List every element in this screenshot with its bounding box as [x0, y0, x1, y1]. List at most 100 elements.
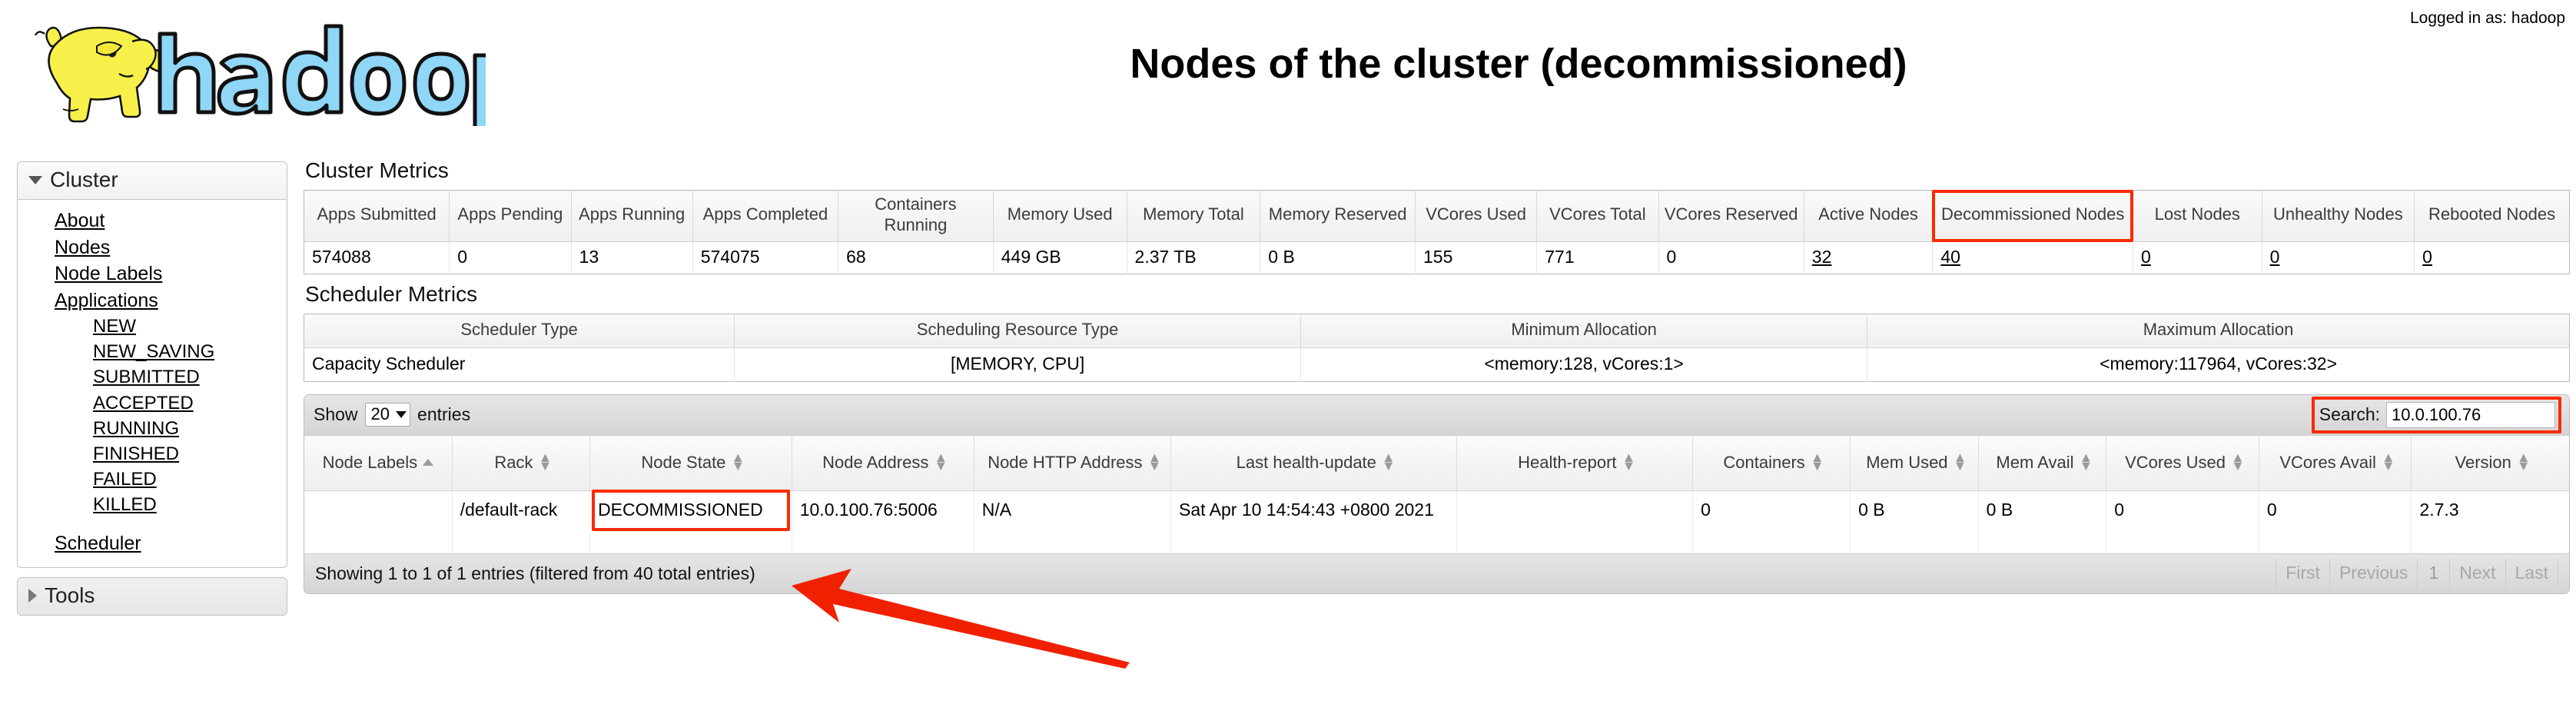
pagination-next[interactable]: Next [2450, 559, 2506, 589]
th-vcores-avail[interactable]: VCores Avail ▲ ▼ [2259, 434, 2412, 491]
page-length-value: 20 [370, 404, 390, 424]
th-last-health-update-label: Last health-update [1236, 452, 1376, 472]
sort-both-icon: ▲ ▼ [538, 449, 553, 474]
th-rack[interactable]: Rack ▲ ▼ [452, 434, 591, 491]
nodes-table: Node Labels Rack ▲ ▼ Node State ▲ ▼ Node Add… [304, 434, 2569, 554]
sidebar-item-applications[interactable]: Applications [18, 287, 287, 314]
col-apps-completed: Apps Completed [692, 190, 839, 242]
nav-header-cluster[interactable]: Cluster [18, 162, 287, 200]
scheduler-metrics-header-row: Scheduler Type Scheduling Resource Type … [304, 314, 2570, 348]
col-minimum-allocation: Minimum Allocation [1300, 314, 1868, 348]
th-vcores-avail-label: VCores Avail [2279, 452, 2376, 472]
col-memory-used: Memory Used [993, 190, 1127, 242]
pagination-first[interactable]: First [2276, 559, 2330, 589]
val-lost-nodes[interactable]: 0 [2133, 241, 2262, 274]
page-length-select[interactable]: 20 [364, 403, 411, 427]
sidebar-item-accepted[interactable]: ACCEPTED [18, 390, 287, 416]
sidebar-item-node-labels[interactable]: Node Labels [18, 261, 287, 287]
search-label: Search: [2319, 404, 2380, 425]
val-scheduling-resource-type: [MEMORY, CPU] [734, 347, 1302, 382]
pagination-previous[interactable]: Previous [2329, 559, 2418, 589]
th-mem-avail[interactable]: Mem Avail ▲ ▼ [1978, 434, 2107, 491]
cell-node-labels [304, 490, 453, 554]
pagination-page-1[interactable]: 1 [2418, 559, 2451, 589]
col-decommissioned-nodes: Decommissioned Nodes [1932, 190, 2133, 242]
col-vcores-reserved: VCores Reserved [1658, 190, 1804, 242]
cell-node-http-address: N/A [974, 490, 1172, 554]
col-lost-nodes: Lost Nodes [2133, 190, 2262, 242]
nav-header-tools[interactable]: Tools [18, 578, 287, 615]
th-version[interactable]: Version ▲ ▼ [2411, 434, 2569, 491]
sidebar-item-nodes[interactable]: Nodes [18, 234, 287, 261]
th-node-address[interactable]: Node Address ▲ ▼ [792, 434, 974, 491]
th-node-state-label: Node State [641, 452, 726, 472]
col-rebooted-nodes: Rebooted Nodes [2414, 190, 2570, 242]
cluster-metrics-header-row: Apps Submitted Apps Pending Apps Running… [304, 190, 2570, 242]
val-active-nodes[interactable]: 32 [1804, 241, 1934, 274]
sort-both-icon: ▲ ▼ [1381, 449, 1396, 474]
entries-label: entries [417, 404, 471, 425]
sidebar-item-killed[interactable]: KILLED [18, 492, 287, 517]
val-unhealthy-nodes-link[interactable]: 0 [2270, 247, 2280, 267]
chevron-down-icon [28, 175, 42, 184]
val-unhealthy-nodes[interactable]: 0 [2262, 241, 2415, 274]
th-health-report[interactable]: Health-report ▲ ▼ [1456, 434, 1694, 491]
table-row[interactable]: /default-rack DECOMMISSIONED 10.0.100.76… [304, 489, 2569, 554]
val-memory-total: 2.37 TB [1127, 241, 1261, 274]
sidebar-item-running[interactable]: RUNNING [18, 416, 287, 441]
th-vcores-used[interactable]: VCores Used ▲ ▼ [2106, 434, 2259, 491]
cell-node-address: 10.0.100.76:5006 [792, 490, 974, 554]
hadoop-logo[interactable] [17, 12, 486, 126]
val-decommissioned-nodes[interactable]: 40 [1932, 241, 2133, 274]
cell-node-state-value: DECOMMISSIONED [598, 499, 763, 520]
sidebar-item-submitted[interactable]: SUBMITTED [18, 364, 287, 390]
page-title: Nodes of the cluster (decommissioned) [1130, 41, 1907, 87]
pagination-last[interactable]: Last [2505, 559, 2558, 589]
main-content: Cluster Metrics Apps Submitted Apps Pend… [304, 151, 2570, 595]
col-memory-reserved: Memory Reserved [1260, 190, 1416, 242]
nav-body-cluster: About Nodes Node Labels Applications NEW… [18, 200, 287, 567]
val-maximum-allocation: <memory:117964, vCores:32> [2100, 353, 2338, 374]
nodes-datatable: Show 20 entries Search: 10.0.100.76 Node… [304, 394, 2570, 595]
nav-block-cluster: Cluster About Nodes Node Labels Applicat… [17, 161, 287, 568]
scheduler-metrics-value-row: Capacity Scheduler [MEMORY, CPU] <memory… [304, 347, 2570, 382]
th-node-state[interactable]: Node State ▲ ▼ [589, 434, 792, 491]
sidebar-item-new[interactable]: NEW [18, 314, 287, 339]
sidebar-item-new-saving[interactable]: NEW_SAVING [18, 339, 287, 364]
cell-vcores-avail: 0 [2259, 490, 2412, 554]
th-mem-avail-label: Mem Avail [1996, 452, 2074, 472]
col-decommissioned-nodes-label: Decommissioned Nodes [1940, 204, 2125, 224]
page-length-control: Show 20 entries [314, 403, 470, 427]
nodes-table-header-row: Node Labels Rack ▲ ▼ Node State ▲ ▼ Node Add… [304, 434, 2569, 491]
cell-mem-used: 0 B [1850, 490, 1979, 554]
datatable-toolbar: Show 20 entries Search: [304, 394, 2569, 435]
col-apps-pending: Apps Pending [449, 190, 572, 242]
val-containers-running: 68 [838, 241, 994, 274]
cell-health-report [1456, 490, 1694, 554]
sort-both-icon: ▲ ▼ [934, 449, 948, 474]
sidebar-item-failed[interactable]: FAILED [18, 467, 287, 492]
th-node-http-address-label: Node HTTP Address [988, 452, 1143, 472]
sort-both-icon: ▲ ▼ [1147, 449, 1162, 474]
th-containers[interactable]: Containers ▲ ▼ [1692, 434, 1851, 491]
hadoop-logo-icon [34, 24, 486, 126]
th-mem-used[interactable]: Mem Used ▲ ▼ [1850, 434, 1979, 491]
th-last-health-update[interactable]: Last health-update ▲ ▼ [1170, 434, 1457, 491]
th-rack-label: Rack [494, 452, 533, 472]
search-input[interactable] [2386, 401, 2555, 428]
sidebar-item-finished[interactable]: FINISHED [18, 441, 287, 467]
th-containers-label: Containers [1723, 452, 1805, 472]
th-node-http-address[interactable]: Node HTTP Address ▲ ▼ [974, 434, 1172, 491]
scheduler-metrics-heading: Scheduler Metrics [305, 281, 478, 306]
th-node-labels[interactable]: Node Labels [304, 434, 453, 491]
val-rebooted-nodes[interactable]: 0 [2415, 241, 2570, 274]
val-lost-nodes-link[interactable]: 0 [2141, 247, 2151, 267]
val-apps-submitted: 574088 [304, 241, 450, 274]
val-rebooted-nodes-link[interactable]: 0 [2422, 247, 2432, 267]
val-active-nodes-link[interactable]: 32 [1812, 247, 1832, 267]
col-vcores-used: VCores Used [1415, 190, 1538, 242]
val-decommissioned-nodes-link[interactable]: 40 [1940, 247, 1960, 267]
sidebar-item-scheduler[interactable]: Scheduler [18, 530, 287, 557]
sidebar-item-about[interactable]: About [18, 208, 287, 234]
